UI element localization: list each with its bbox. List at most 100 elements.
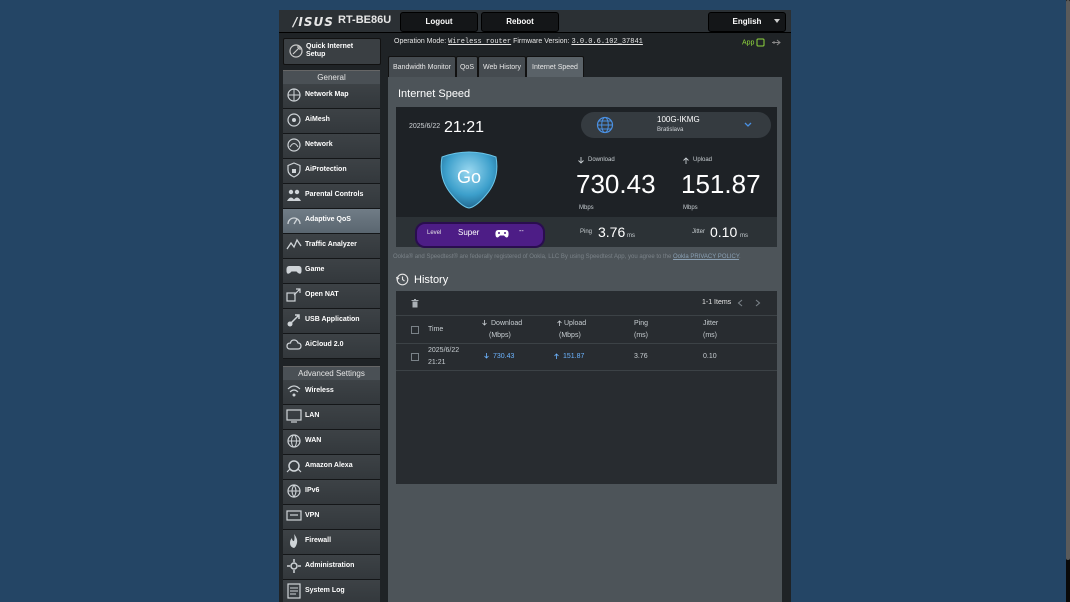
quick-internet-setup-button[interactable]: Quick Internet Setup [283, 38, 381, 65]
language-value: English [732, 17, 762, 26]
sidebar-item-label: Firewall [305, 537, 332, 544]
sidebar-item-usb-application[interactable]: USB Application [283, 309, 380, 334]
jitter-unit: ms [740, 233, 748, 239]
wrench-icon [289, 44, 303, 58]
sidebar-item-label: VPN [305, 512, 320, 519]
network-map-icon [286, 87, 302, 103]
sidebar-item-label: Amazon Alexa [305, 462, 353, 469]
upload-label: Upload [693, 157, 713, 163]
app-device-icon [756, 38, 765, 47]
download-label: Download [588, 157, 615, 163]
row-jitter: 0.10 [703, 353, 717, 360]
row-upload: 151.87 [563, 353, 585, 360]
sidebar-item-administration[interactable]: Administration [283, 555, 380, 580]
logout-button[interactable]: Logout [400, 12, 478, 32]
sidebar-item-open-nat[interactable]: Open NAT [283, 284, 380, 309]
game-icon [286, 262, 302, 278]
server-name: 100G-IKMG [657, 115, 700, 124]
sidebar-item-adaptive-qos[interactable]: Adaptive QoS [283, 209, 380, 234]
sidebar-item-firewall[interactable]: Firewall [283, 530, 380, 555]
sidebar-item-aiprotection[interactable]: AiProtection [283, 159, 380, 184]
download-value: 730.43 [576, 169, 656, 199]
level-indicator: Level Super -- [415, 222, 545, 248]
sidebar-item-parental-controls[interactable]: Parental Controls [283, 184, 380, 209]
sidebar-item-label: Network Map [305, 91, 349, 98]
page-scrollbar[interactable] [1066, 0, 1070, 602]
tab-internet-speed[interactable]: Internet Speed [526, 56, 584, 77]
op-mode-label: Operation Mode: [394, 38, 447, 45]
sidebar-item-traffic-analyzer[interactable]: Traffic Analyzer [283, 234, 380, 259]
row-checkbox[interactable] [411, 353, 419, 361]
operation-mode-line: Operation Mode: Wireless router Firmware… [394, 38, 643, 46]
sidebar-item-lan[interactable]: LAN [283, 405, 380, 430]
row-ping: 3.76 [634, 353, 648, 360]
sidebar-item-network[interactable]: Network [283, 134, 380, 159]
upload-arrow-icon [557, 320, 562, 326]
tab-qos[interactable]: QoS [456, 56, 478, 77]
col-download-unit: (Mbps) [489, 332, 511, 339]
sidebar-item-vpn[interactable]: VPN [283, 505, 380, 530]
sidebar-item-label: Wireless [305, 387, 334, 394]
tab-web-history[interactable]: Web History [478, 56, 526, 77]
firmware-link[interactable]: 3.0.0.6.102_37841 [571, 38, 642, 46]
advanced-menu: Wireless LAN WAN Amazon Alexa IPv6 VPN Firewal… [283, 380, 380, 602]
chevron-left-icon[interactable] [737, 299, 743, 307]
privacy-policy-link[interactable]: Ookla PRIVACY POLICY [673, 254, 739, 260]
language-select[interactable]: English [708, 12, 786, 32]
op-mode-link[interactable]: Wireless router [448, 38, 511, 46]
usb-application-icon [286, 312, 302, 328]
router-admin-frame: /ISUS RT-BE86U Logout Reboot English Qui… [279, 10, 791, 602]
quick-setup-line2: Setup [306, 51, 326, 58]
sidebar-item-system-log[interactable]: System Log [283, 580, 380, 602]
page-title: Internet Speed [398, 88, 471, 100]
scrollbar-thumb[interactable] [1066, 0, 1070, 560]
alexa-icon [286, 458, 302, 474]
firmware-label: Firmware Version: [513, 38, 570, 45]
sidebar-item-aimesh[interactable]: AiMesh [283, 109, 380, 134]
sidebar-item-network-map[interactable]: Network Map [283, 84, 380, 109]
sidebar-item-label: Parental Controls [305, 191, 364, 198]
advanced-section-title: Advanced Settings [283, 366, 380, 381]
open-nat-icon [286, 287, 302, 303]
general-section-title: General [283, 70, 380, 85]
wan-icon [286, 433, 302, 449]
select-all-checkbox[interactable] [411, 326, 419, 334]
sidebar-item-wireless[interactable]: Wireless [283, 380, 380, 405]
sidebar-item-label: WAN [305, 437, 322, 444]
chevron-right-icon[interactable] [755, 299, 761, 307]
upload-arrow-icon [683, 157, 689, 164]
history-table: 1-1 Items Time Download (Mbps) Upload (M… [396, 291, 777, 484]
asus-logo: /ISUS [293, 15, 334, 29]
app-status[interactable]: App [742, 38, 782, 47]
chevron-down-icon [774, 19, 780, 23]
upload-value: 151.87 [681, 169, 761, 199]
wireless-icon [286, 383, 302, 399]
browser-viewport: /ISUS RT-BE86U Logout Reboot English Qui… [0, 0, 1070, 602]
tab-bandwidth-monitor[interactable]: Bandwidth Monitor [388, 56, 456, 77]
col-upload-unit: (Mbps) [559, 332, 581, 339]
sidebar-item-wan[interactable]: WAN [283, 430, 380, 455]
sidebar-item-ipv6[interactable]: IPv6 [283, 480, 380, 505]
sidebar-item-label: Adaptive QoS [305, 216, 351, 223]
sidebar-item-label: LAN [305, 412, 320, 419]
reboot-button[interactable]: Reboot [481, 12, 559, 32]
sidebar-item-amazon-alexa[interactable]: Amazon Alexa [283, 455, 380, 480]
table-row[interactable]: 2025/6/22 21:21 730.43 151.87 3.76 0.10 [396, 344, 777, 370]
sidebar-item-label: AiCloud 2.0 [305, 341, 344, 348]
sidebar-item-game[interactable]: Game [283, 259, 380, 284]
server-selector[interactable]: 100G-IKMG Bratislava [581, 112, 771, 138]
system-log-icon [286, 583, 302, 599]
network-icon [286, 137, 302, 153]
col-ping: Ping [634, 320, 649, 327]
items-count: 1-1 Items [702, 299, 732, 306]
ipv6-icon [286, 483, 302, 499]
ping-label: Ping [580, 229, 593, 235]
quick-setup-line1: Quick Internet [306, 43, 354, 50]
test-date: 2025/6/22 [409, 123, 441, 130]
sidebar-item-aicloud-2-0[interactable]: AiCloud 2.0 [283, 334, 380, 359]
go-button[interactable]: Go [436, 149, 502, 214]
upload-arrow-icon [554, 353, 559, 359]
chevron-down-icon [744, 122, 752, 127]
trash-icon[interactable] [411, 299, 419, 308]
col-jitter-unit: (ms) [703, 332, 717, 339]
